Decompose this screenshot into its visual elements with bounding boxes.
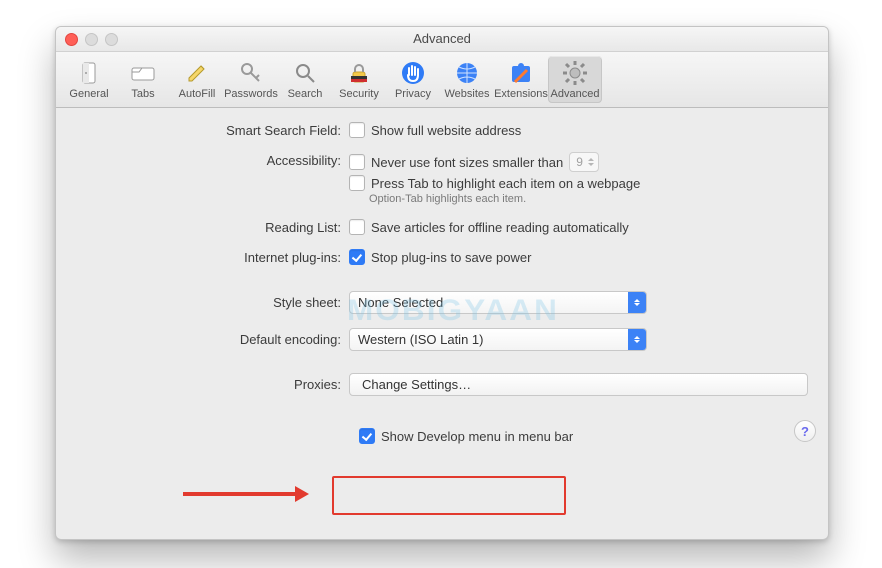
min-font-stepper[interactable]: 9 bbox=[569, 152, 599, 172]
tab-extensions[interactable]: Extensions bbox=[494, 56, 548, 103]
tab-label: General bbox=[69, 88, 108, 100]
pencil-icon bbox=[183, 59, 211, 87]
tab-label: Advanced bbox=[551, 88, 600, 100]
search-icon bbox=[291, 59, 319, 87]
hand-icon bbox=[399, 59, 427, 87]
option-tab-note: Option-Tab highlights each item. bbox=[369, 193, 808, 205]
window-title: Advanced bbox=[413, 31, 471, 46]
tab-label: Search bbox=[288, 88, 323, 100]
tab-search[interactable]: Search bbox=[278, 56, 332, 103]
encoding-label: Default encoding: bbox=[76, 328, 349, 347]
encoding-popup[interactable]: Western (ISO Latin 1) bbox=[349, 328, 647, 351]
tab-label: Tabs bbox=[131, 88, 154, 100]
show-develop-checkbox[interactable] bbox=[359, 428, 375, 444]
puzzle-icon bbox=[507, 59, 535, 87]
tab-passwords[interactable]: Passwords bbox=[224, 56, 278, 103]
show-full-url-label: Show full website address bbox=[371, 123, 521, 138]
min-font-label: Never use font sizes smaller than bbox=[371, 155, 563, 170]
tab-autofill[interactable]: AutoFill bbox=[170, 56, 224, 103]
window-controls bbox=[65, 33, 118, 46]
change-settings-label: Change Settings… bbox=[362, 377, 471, 392]
preferences-window: Advanced General Tabs AutoFill bbox=[55, 26, 829, 540]
advanced-pane: MOBIGYAAN Smart Search Field: Show full … bbox=[56, 108, 828, 452]
help-button[interactable]: ? bbox=[794, 420, 816, 442]
popup-arrows-icon bbox=[628, 292, 646, 313]
minimize-window-button[interactable] bbox=[85, 33, 98, 46]
tab-privacy[interactable]: Privacy bbox=[386, 56, 440, 103]
tab-label: AutoFill bbox=[179, 88, 216, 100]
zoom-window-button[interactable] bbox=[105, 33, 118, 46]
tabs-icon bbox=[129, 59, 157, 87]
show-develop-label: Show Develop menu in menu bar bbox=[381, 429, 573, 444]
stylesheet-label: Style sheet: bbox=[76, 291, 349, 310]
tab-tabs[interactable]: Tabs bbox=[116, 56, 170, 103]
switch-icon bbox=[75, 59, 103, 87]
globe-icon bbox=[453, 59, 481, 87]
close-window-button[interactable] bbox=[65, 33, 78, 46]
plugins-label: Internet plug-ins: bbox=[76, 249, 349, 265]
key-icon bbox=[237, 59, 265, 87]
tab-advanced[interactable]: Advanced bbox=[548, 56, 602, 103]
gear-icon bbox=[561, 59, 589, 87]
tab-label: Security bbox=[339, 88, 379, 100]
stop-plugins-label: Stop plug-ins to save power bbox=[371, 250, 531, 265]
accessibility-label: Accessibility: bbox=[76, 152, 349, 168]
stylesheet-value: None Selected bbox=[350, 295, 628, 310]
window-titlebar: Advanced bbox=[56, 27, 828, 52]
stop-plugins-checkbox[interactable] bbox=[349, 249, 365, 265]
tab-security[interactable]: Security bbox=[332, 56, 386, 103]
min-font-checkbox[interactable] bbox=[349, 154, 365, 170]
lock-icon bbox=[345, 59, 373, 87]
smart-search-label: Smart Search Field: bbox=[76, 122, 349, 138]
min-font-value: 9 bbox=[576, 155, 583, 169]
tab-general[interactable]: General bbox=[62, 56, 116, 103]
tab-label: Passwords bbox=[224, 88, 278, 100]
question-mark-icon: ? bbox=[801, 424, 809, 439]
show-full-url-checkbox[interactable] bbox=[349, 122, 365, 138]
annotation-highlight-box bbox=[332, 476, 566, 515]
change-settings-button[interactable]: Change Settings… bbox=[349, 373, 808, 396]
encoding-value: Western (ISO Latin 1) bbox=[350, 332, 628, 347]
save-offline-label: Save articles for offline reading automa… bbox=[371, 220, 629, 235]
preferences-toolbar: General Tabs AutoFill Passwords bbox=[56, 52, 828, 108]
tab-label: Websites bbox=[444, 88, 489, 100]
stylesheet-popup[interactable]: None Selected bbox=[349, 291, 647, 314]
stepper-arrows-icon bbox=[588, 158, 594, 166]
save-offline-checkbox[interactable] bbox=[349, 219, 365, 235]
empty-label bbox=[76, 420, 349, 421]
press-tab-label: Press Tab to highlight each item on a we… bbox=[371, 176, 640, 191]
tab-websites[interactable]: Websites bbox=[440, 56, 494, 103]
press-tab-checkbox[interactable] bbox=[349, 175, 365, 191]
reading-list-label: Reading List: bbox=[76, 219, 349, 235]
tab-label: Privacy bbox=[395, 88, 431, 100]
proxies-label: Proxies: bbox=[76, 373, 349, 392]
annotation-arrow bbox=[183, 486, 313, 502]
tab-label: Extensions bbox=[494, 88, 548, 100]
popup-arrows-icon bbox=[628, 329, 646, 350]
